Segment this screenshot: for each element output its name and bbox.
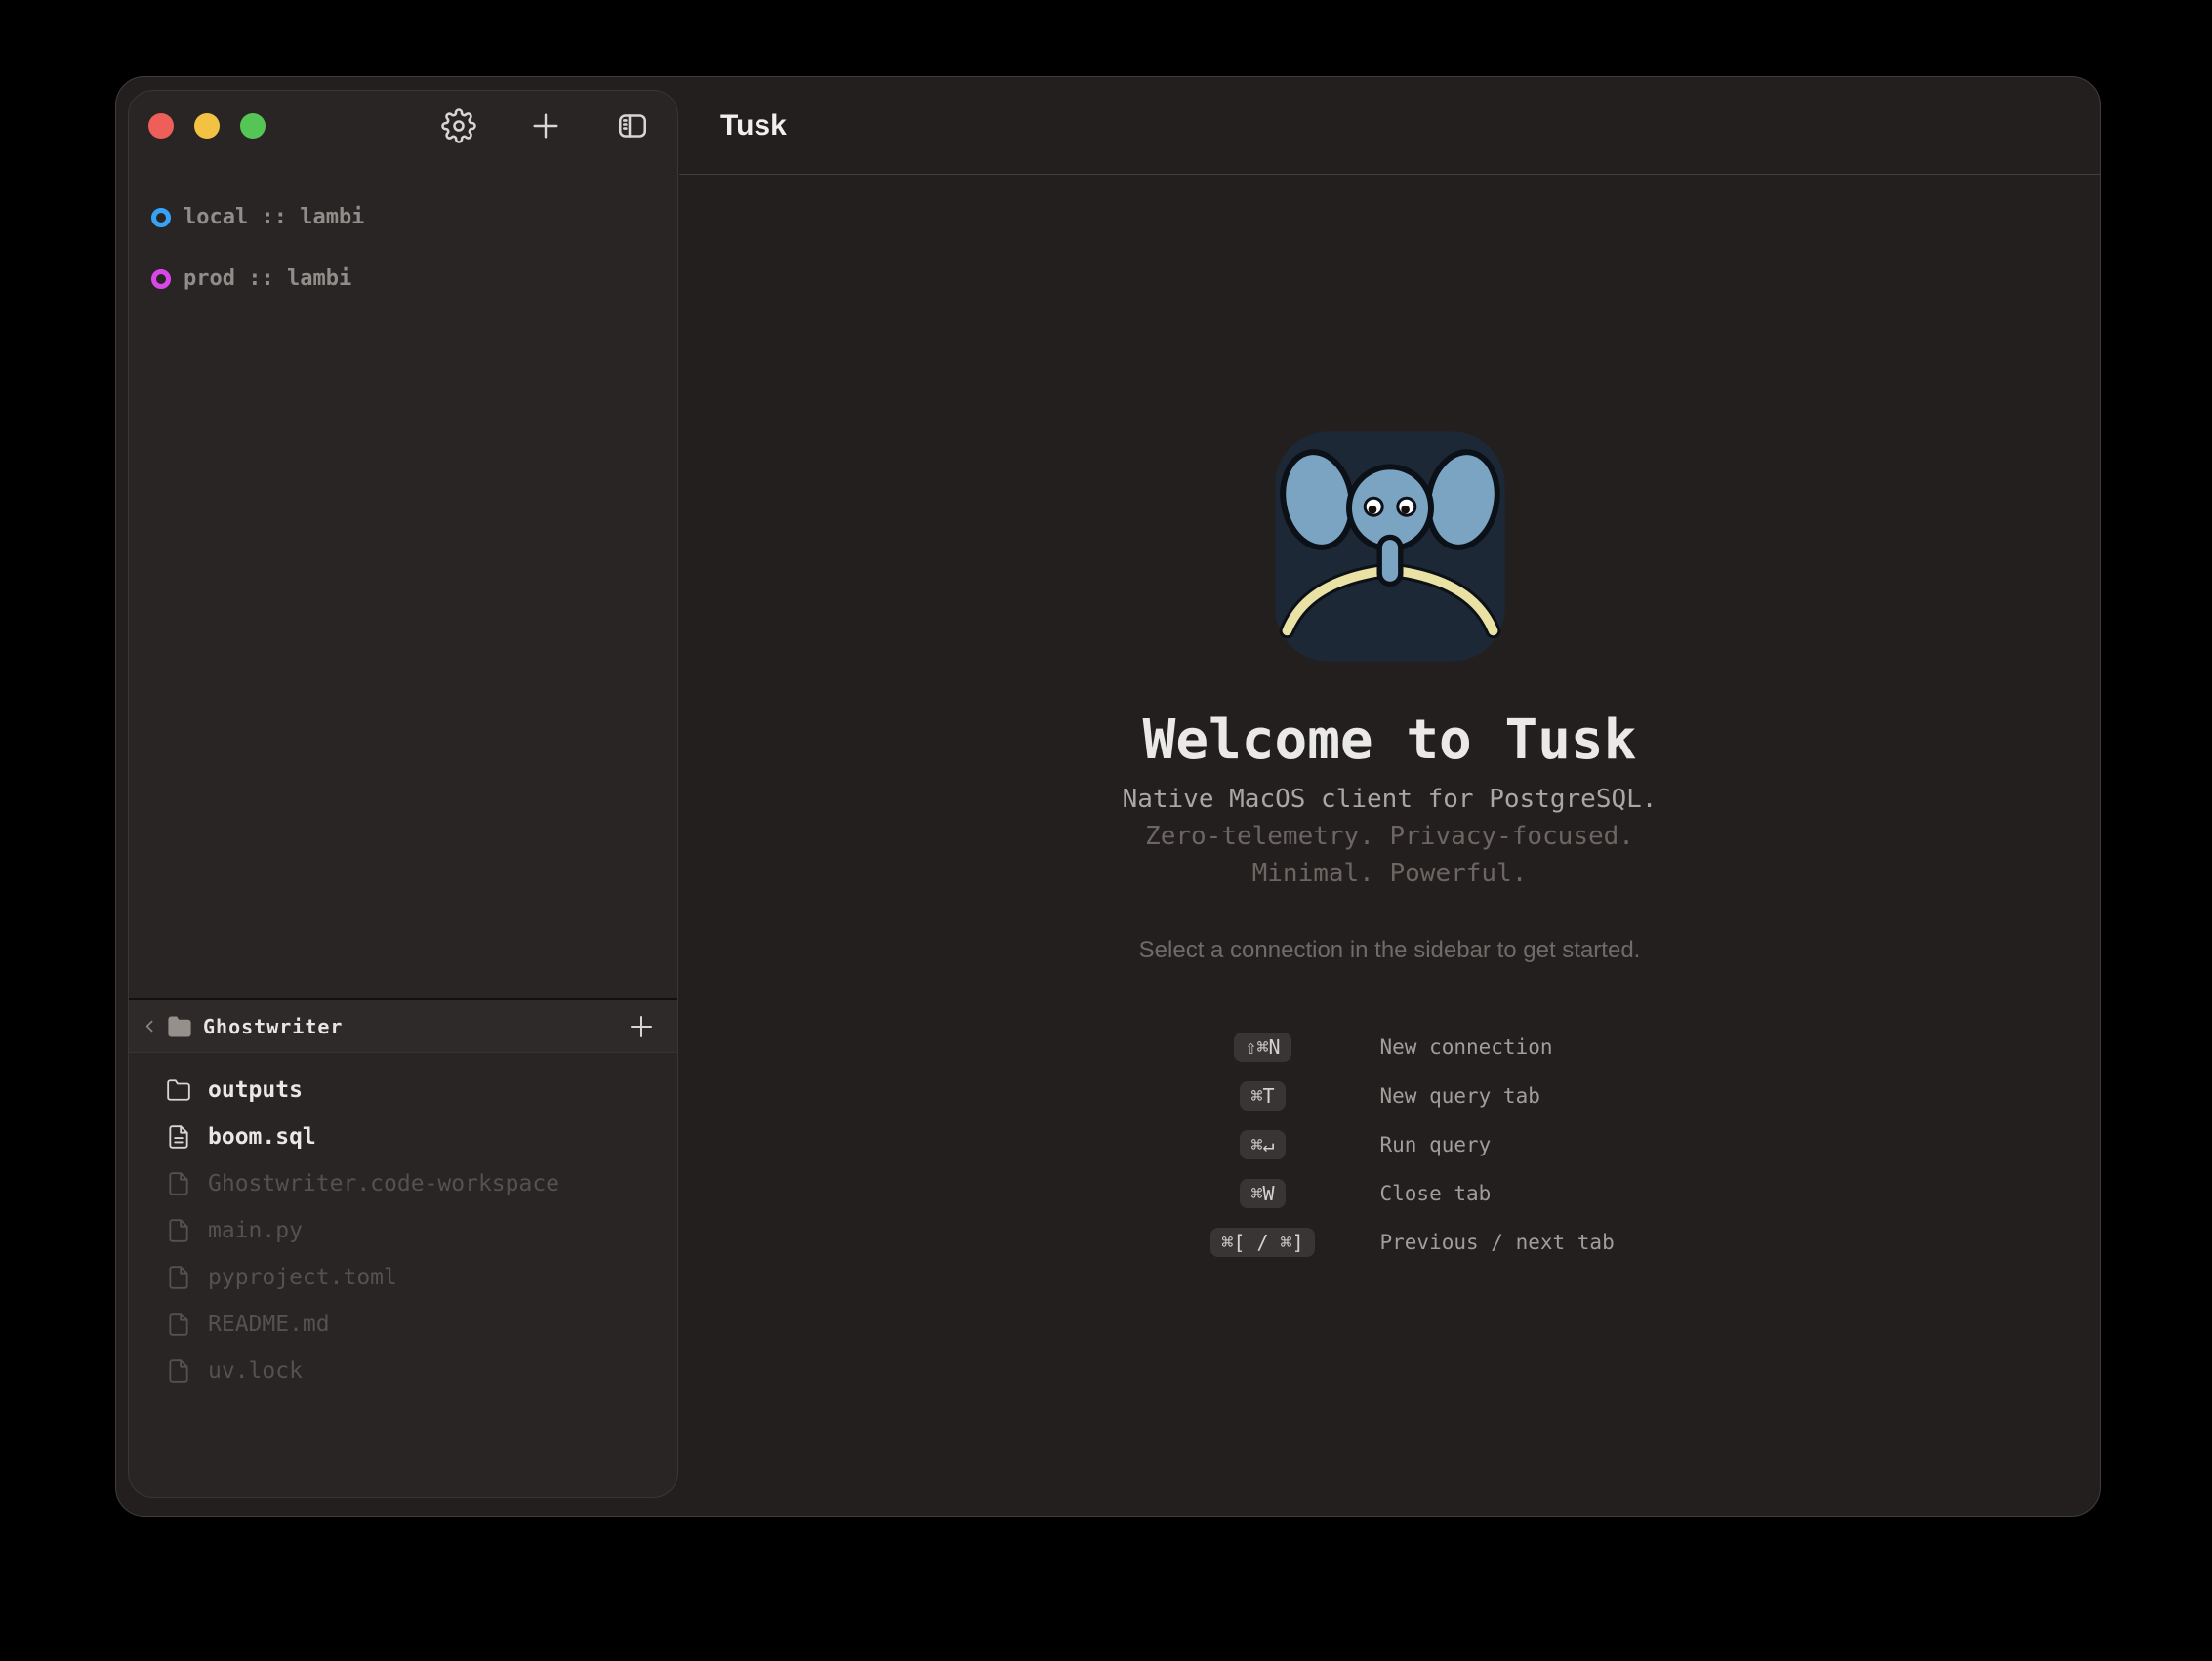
file-icon — [166, 1265, 191, 1290]
sidebar-toggle-icon[interactable] — [615, 108, 650, 143]
folder-icon — [166, 1077, 191, 1103]
connection-list: local :: lambi prod :: lambi — [129, 186, 677, 309]
shortcut-label: New query tab — [1380, 1084, 1634, 1108]
shortcut-keys-badge: ⇧⌘N — [1234, 1033, 1290, 1062]
sidebar: local :: lambi prod :: lambi — [128, 90, 678, 1498]
new-connection-plus-icon[interactable] — [529, 109, 562, 142]
file-name: uv.lock — [208, 1358, 303, 1384]
shortcut-row: ⌘T New query tab — [1146, 1072, 1634, 1120]
file-item-outputs[interactable]: outputs — [129, 1067, 677, 1114]
zoom-window-button[interactable] — [240, 113, 266, 139]
connection-status-icon — [151, 269, 171, 289]
shortcut-list: ⇧⌘N New connection ⌘T New query tab ⌘↵ — [1146, 1023, 1634, 1267]
shortcut-label: Previous / next tab — [1380, 1231, 1634, 1254]
connection-name: prod :: lambi — [184, 266, 351, 291]
shortcut-row: ⇧⌘N New connection — [1146, 1023, 1634, 1072]
file-item-readme-md[interactable]: README.md — [129, 1301, 677, 1348]
subtitle-line: Zero-telemetry. Privacy-focused. — [1123, 818, 1658, 855]
file-item-uv-lock[interactable]: uv.lock — [129, 1348, 677, 1395]
app-title: Tusk — [720, 109, 787, 142]
workspace-folder-name: Ghostwriter — [203, 1015, 343, 1038]
shortcut-label: Close tab — [1380, 1182, 1634, 1205]
file-icon — [166, 1218, 191, 1243]
file-item-code-workspace[interactable]: Ghostwriter.code-workspace — [129, 1160, 677, 1207]
getting-started-hint: Select a connection in the sidebar to ge… — [1139, 937, 1641, 964]
sidebar-toolbar — [129, 91, 677, 161]
shortcut-row: ⌘[ / ⌘] Previous / next tab — [1146, 1218, 1634, 1267]
welcome-subtitle: Native MacOS client for PostgreSQL. Zero… — [1123, 781, 1658, 892]
shortcut-row: ⌘↵ Run query — [1146, 1120, 1634, 1169]
connection-name: local :: lambi — [184, 205, 364, 229]
file-name: boom.sql — [208, 1124, 316, 1150]
file-name: outputs — [208, 1077, 303, 1103]
subtitle-line: Native MacOS client for PostgreSQL. — [1123, 781, 1658, 818]
minimize-window-button[interactable] — [194, 113, 220, 139]
file-icon — [166, 1312, 191, 1337]
file-list: outputs boom.sql — [129, 1067, 677, 1395]
sidebar-toolbar-actions — [441, 108, 650, 143]
file-name: Ghostwriter.code-workspace — [208, 1171, 559, 1196]
shortcut-label: New connection — [1380, 1035, 1634, 1059]
tusk-elephant-logo — [1273, 429, 1507, 664]
file-name: README.md — [208, 1312, 330, 1337]
connection-status-icon — [151, 208, 171, 227]
shortcut-row: ⌘W Close tab — [1146, 1169, 1634, 1218]
file-item-main-py[interactable]: main.py — [129, 1207, 677, 1254]
file-browser: Ghostwriter outputs — [129, 998, 677, 1395]
file-item-pyproject-toml[interactable]: pyproject.toml — [129, 1254, 677, 1301]
welcome-heading: Welcome to Tusk — [1143, 712, 1637, 769]
shortcut-keys-badge: ⌘W — [1240, 1179, 1285, 1208]
welcome-screen: Welcome to Tusk Native MacOS client for … — [679, 175, 2100, 1267]
subtitle-line: Minimal. Powerful. — [1123, 855, 1658, 892]
titlebar: Tusk — [679, 77, 2100, 175]
shortcut-keys-badge: ⌘T — [1240, 1081, 1285, 1111]
close-window-button[interactable] — [148, 113, 174, 139]
desktop: local :: lambi prod :: lambi — [0, 0, 2212, 1661]
shortcut-label: Run query — [1380, 1133, 1634, 1156]
file-item-boom-sql[interactable]: boom.sql — [129, 1114, 677, 1160]
file-name: main.py — [208, 1218, 303, 1243]
connection-item-prod[interactable]: prod :: lambi — [129, 248, 677, 309]
file-icon — [166, 1358, 191, 1384]
file-text-icon — [166, 1124, 191, 1150]
chevron-left-icon[interactable] — [142, 1018, 158, 1034]
connection-item-local[interactable]: local :: lambi — [129, 186, 677, 248]
file-icon — [166, 1171, 191, 1196]
main-area: Tusk — [679, 77, 2100, 1516]
settings-gear-icon[interactable] — [441, 108, 476, 143]
shortcut-keys-badge: ⌘[ / ⌘] — [1210, 1228, 1314, 1257]
file-browser-header: Ghostwriter — [129, 998, 677, 1053]
file-name: pyproject.toml — [208, 1265, 397, 1290]
shortcut-keys-badge: ⌘↵ — [1240, 1130, 1285, 1159]
folder-icon — [167, 1014, 192, 1039]
tusk-window: local :: lambi prod :: lambi — [115, 76, 2101, 1517]
add-file-plus-icon[interactable] — [627, 1012, 656, 1041]
traffic-lights — [148, 113, 266, 139]
